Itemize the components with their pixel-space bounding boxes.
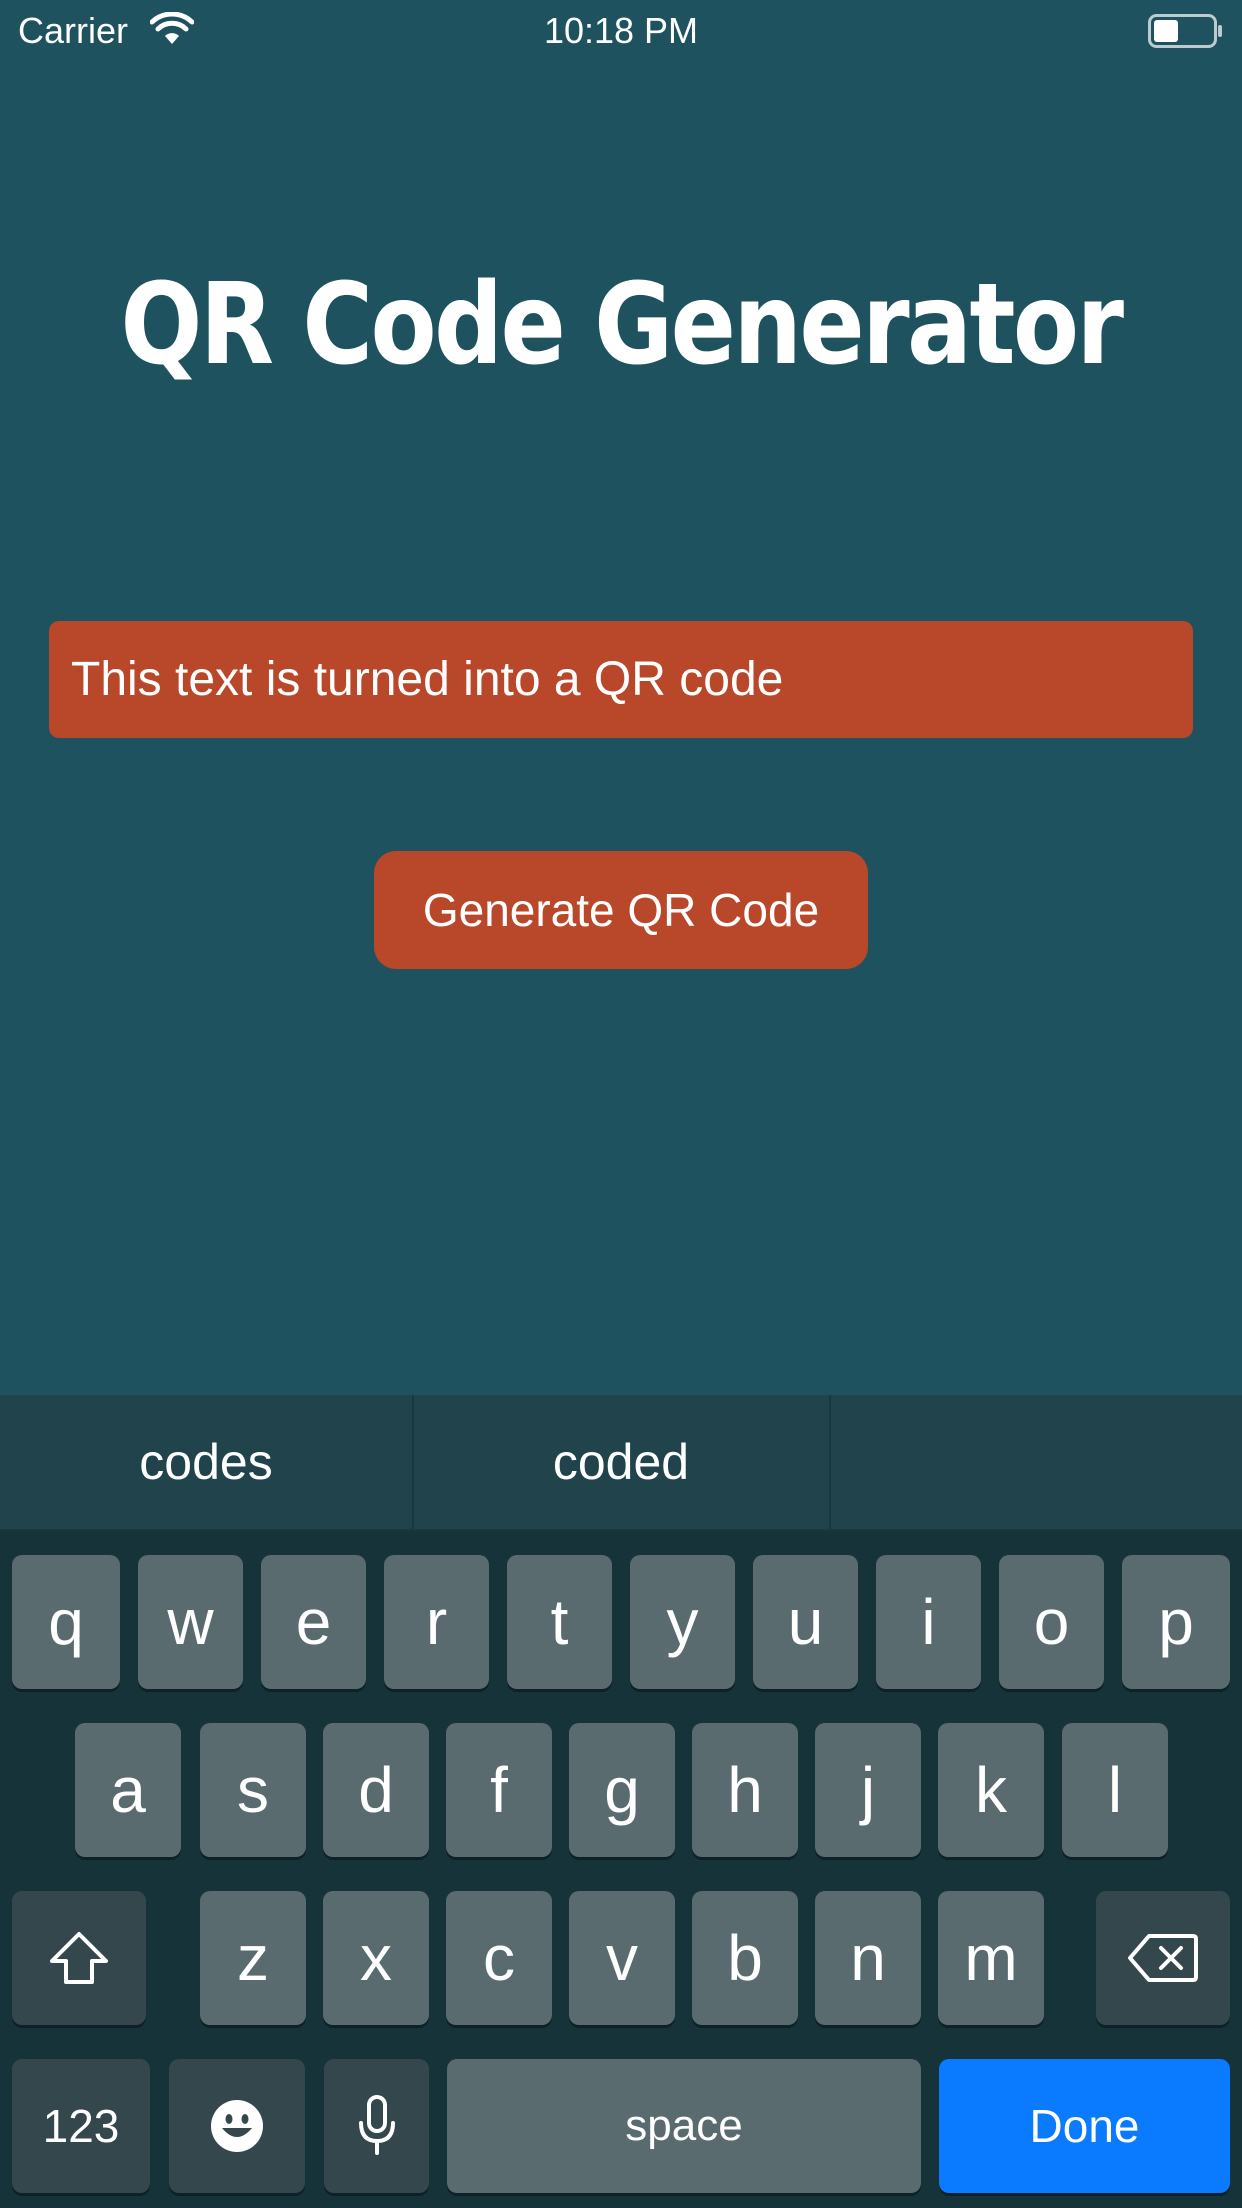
key-r[interactable]: r <box>384 1555 489 1689</box>
key-label: r <box>425 1586 448 1658</box>
key-label: j <box>860 1754 876 1826</box>
key-label: o <box>1033 1586 1070 1658</box>
key-label: q <box>48 1586 84 1658</box>
microphone-icon <box>358 2095 395 2155</box>
key-q[interactable]: q <box>12 1555 120 1689</box>
key-label: g <box>604 1754 640 1826</box>
key-v[interactable]: v <box>569 1891 675 2025</box>
key-j[interactable]: j <box>815 1723 921 1857</box>
key-label: e <box>295 1586 332 1658</box>
suggestion-1[interactable]: codes <box>0 1395 412 1529</box>
backspace-icon <box>1128 1934 1198 1982</box>
key-label: w <box>167 1586 214 1658</box>
microphone-key[interactable] <box>324 2059 429 2193</box>
key-label: s <box>237 1754 269 1826</box>
page-title: QR Code Generator <box>120 260 1124 390</box>
key-u[interactable]: u <box>753 1555 858 1689</box>
key-label: v <box>606 1922 638 1994</box>
generate-button-label: Generate QR Code <box>422 884 820 936</box>
shift-icon <box>50 1932 108 1984</box>
key-label: x <box>360 1922 392 1994</box>
key-l[interactable]: l <box>1062 1723 1168 1857</box>
key-x[interactable]: x <box>323 1891 429 2025</box>
key-label: f <box>490 1754 508 1826</box>
keyboard: codes coded q w e r t y u i o p a s d f … <box>0 1395 1242 2208</box>
suggestion-3[interactable] <box>831 1395 1242 1529</box>
key-n[interactable]: n <box>815 1891 921 2025</box>
key-e[interactable]: e <box>261 1555 366 1689</box>
done-key[interactable]: Done <box>939 2059 1230 2193</box>
backspace-key[interactable] <box>1096 1891 1230 2025</box>
key-label: z <box>237 1922 269 1994</box>
qr-text-input[interactable]: This text is turned into a QR code <box>49 621 1193 738</box>
status-bar: Carrier 10:18 PM <box>0 0 1242 62</box>
numbers-key[interactable]: 123 <box>12 2059 150 2193</box>
key-p[interactable]: p <box>1122 1555 1230 1689</box>
key-o[interactable]: o <box>999 1555 1104 1689</box>
key-label: u <box>787 1586 824 1658</box>
emoji-icon <box>211 2100 263 2152</box>
key-h[interactable]: h <box>692 1723 798 1857</box>
key-g[interactable]: g <box>569 1723 675 1857</box>
key-label: y <box>666 1586 699 1658</box>
key-label: l <box>1107 1754 1123 1826</box>
emoji-key[interactable] <box>169 2059 305 2193</box>
key-label: p <box>1158 1586 1194 1658</box>
key-label: m <box>964 1922 1018 1994</box>
key-t[interactable]: t <box>507 1555 612 1689</box>
key-label: Done <box>1029 2100 1140 2152</box>
key-label: n <box>850 1922 886 1994</box>
qr-text-value: This text is turned into a QR code <box>71 653 784 706</box>
suggestion-2[interactable]: coded <box>414 1395 828 1529</box>
shift-key[interactable] <box>12 1891 146 2025</box>
key-label: t <box>550 1586 569 1658</box>
key-label: 123 <box>42 2100 120 2152</box>
key-a[interactable]: a <box>75 1723 181 1857</box>
key-s[interactable]: s <box>200 1723 306 1857</box>
key-d[interactable]: d <box>323 1723 429 1857</box>
key-i[interactable]: i <box>876 1555 981 1689</box>
key-w[interactable]: w <box>138 1555 243 1689</box>
key-label: i <box>921 1586 936 1658</box>
key-label: space <box>625 2101 743 2150</box>
space-key[interactable]: space <box>447 2059 921 2193</box>
key-b[interactable]: b <box>692 1891 798 2025</box>
key-label: b <box>727 1922 763 1994</box>
key-z[interactable]: z <box>200 1891 306 2025</box>
battery-icon <box>1148 14 1222 48</box>
key-f[interactable]: f <box>446 1723 552 1857</box>
key-m[interactable]: m <box>938 1891 1044 2025</box>
generate-qr-code-button[interactable]: Generate QR Code <box>374 851 868 969</box>
clock-time: 10:18 PM <box>543 10 699 51</box>
suggestion-bar: codes coded <box>0 1395 1242 1531</box>
key-label: k <box>975 1754 1007 1826</box>
key-label: h <box>727 1754 763 1826</box>
key-y[interactable]: y <box>630 1555 735 1689</box>
key-label: a <box>110 1754 146 1826</box>
key-c[interactable]: c <box>446 1891 552 2025</box>
key-label: c <box>483 1922 515 1994</box>
key-k[interactable]: k <box>938 1723 1044 1857</box>
key-label: d <box>358 1754 394 1826</box>
